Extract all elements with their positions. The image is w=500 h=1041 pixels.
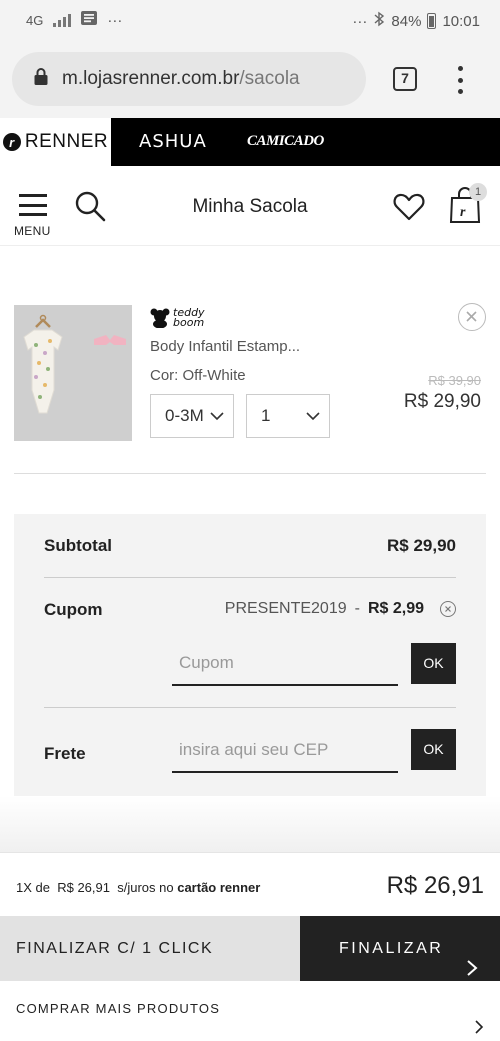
one-click-label: FINALIZAR C/ 1 CLICK	[16, 940, 214, 957]
status-bar: 4G ··· ··· 84% 10:01	[0, 0, 500, 42]
brand-renner-label: RENNER	[24, 131, 109, 152]
remove-item-button[interactable]	[458, 303, 486, 331]
subtotal-row: Subtotal R$ 29,90	[44, 536, 456, 556]
installment-suffix: s/juros no	[117, 880, 174, 895]
battery-icon	[427, 13, 437, 29]
signal-icon	[53, 13, 72, 27]
coupon-discount: R$ 2,99	[367, 600, 424, 617]
chevron-down-icon	[305, 408, 321, 429]
more-status: ···	[352, 12, 368, 30]
coupon-label: Cupom	[44, 600, 103, 619]
notification-icon	[81, 11, 98, 29]
url-host: m.lojasrenner.com.br	[62, 68, 240, 89]
installment-value: R$ 26,91	[57, 880, 110, 895]
clock: 10:01	[442, 12, 480, 30]
installment-card: cartão renner	[177, 880, 261, 895]
calculate-shipping-button[interactable]: OK	[411, 729, 456, 770]
cart-item: teddy boom Body Infantil Estamp... Cor: …	[0, 246, 500, 474]
renner-logo-icon: r	[2, 133, 21, 151]
brand-bar: r RENNER ASHUA CAMICADO	[0, 118, 500, 166]
product-brand-name: teddy boom	[173, 306, 205, 329]
subtotal-value: R$ 29,90	[387, 536, 456, 555]
bluetooth-icon	[373, 11, 385, 31]
coupon-separator: -	[354, 600, 360, 617]
order-total: R$ 26,91	[386, 872, 484, 899]
shipping-label: Frete	[44, 744, 86, 763]
network-indicator: 4G	[26, 12, 44, 28]
coupon-code: PRESENTE2019	[224, 600, 347, 617]
checkout-label: FINALIZAR	[339, 940, 444, 957]
divider	[44, 577, 456, 578]
url-path: /sacola	[239, 68, 300, 89]
divider	[44, 707, 456, 708]
browser-menu-icon[interactable]	[452, 66, 468, 94]
applied-coupon: PRESENTE2019 - R$ 2,99	[225, 600, 456, 618]
menu-label: MENU	[14, 224, 51, 238]
tab-switcher-button[interactable]: 7	[393, 67, 417, 91]
payment-summary-bar: 1X de R$ 26,91 s/juros no cartão renner …	[0, 852, 500, 916]
size-value: 0-3M	[165, 406, 204, 425]
battery-percent: 84%	[391, 12, 422, 30]
original-price: R$ 39,90	[428, 373, 481, 388]
app-header: MENU Minha Sacola r 1	[0, 166, 500, 246]
one-click-checkout-button[interactable]: FINALIZAR C/ 1 CLICK	[0, 916, 300, 981]
more-notifications: ···	[107, 11, 123, 29]
brand-tab-camicado[interactable]: CAMICADO	[247, 133, 324, 150]
close-icon	[466, 311, 477, 322]
address-bar[interactable]: m.lojasrenner.com.br/sacola	[12, 52, 366, 106]
teddy-bear-icon	[150, 308, 170, 328]
product-name[interactable]: Body Infantil Estamp...	[150, 338, 300, 355]
page-title: Minha Sacola	[192, 196, 308, 217]
svg-text:r: r	[460, 205, 466, 220]
checkout-button[interactable]: FINALIZAR	[300, 916, 500, 981]
heart-icon[interactable]	[393, 193, 425, 226]
installment-text: 1X de R$ 26,91 s/juros no cartão renner	[16, 880, 260, 895]
product-brand-logo: teddy boom	[150, 306, 207, 329]
apply-coupon-button[interactable]: OK	[411, 643, 456, 684]
continue-shopping-link[interactable]: COMPRAR MAIS PRODUTOS	[0, 981, 500, 1041]
brand-tab-renner[interactable]: r RENNER	[0, 118, 111, 166]
bag-count-badge: 1	[469, 183, 487, 201]
divider	[14, 473, 486, 474]
cep-input[interactable]: insira aqui seu CEP	[172, 733, 398, 773]
remove-coupon-icon[interactable]	[440, 601, 456, 617]
product-image[interactable]	[14, 305, 132, 441]
coupon-input[interactable]: Cupom	[172, 646, 398, 686]
browser-toolbar: m.lojasrenner.com.br/sacola 7	[0, 42, 500, 118]
continue-shopping-label: COMPRAR MAIS PRODUTOS	[16, 1001, 221, 1016]
quantity-select[interactable]: 1	[246, 394, 330, 438]
size-select[interactable]: 0-3M	[150, 394, 234, 438]
lock-icon	[34, 67, 48, 91]
quantity-value: 1	[261, 406, 271, 425]
chevron-right-icon	[474, 1002, 484, 1041]
sale-price: R$ 29,90	[403, 391, 481, 412]
subtotal-label: Subtotal	[44, 536, 112, 555]
product-color: Cor: Off-White	[150, 367, 246, 384]
brand-tab-ashua[interactable]: ASHUA	[139, 131, 207, 152]
footer-shadow	[0, 796, 500, 852]
installment-prefix: 1X de	[16, 880, 50, 895]
order-summary: Subtotal R$ 29,90 Cupom PRESENTE2019 - R…	[14, 514, 486, 796]
chevron-down-icon	[209, 408, 225, 429]
